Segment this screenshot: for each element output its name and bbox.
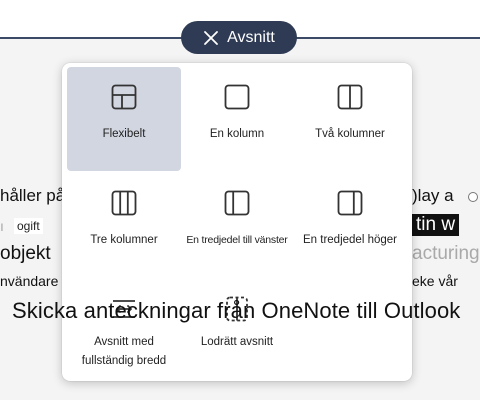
layout-option-one-third-left[interactable]: En tredjedel till vänster bbox=[180, 173, 294, 277]
background-text: ı bbox=[0, 218, 4, 234]
one-column-icon bbox=[224, 84, 250, 110]
two-columns-icon bbox=[337, 84, 363, 110]
close-icon bbox=[204, 30, 219, 45]
background-text: nvändare t bbox=[0, 273, 67, 289]
background-text: )lay a bbox=[412, 186, 454, 205]
background-text: objekt bbox=[0, 243, 51, 264]
three-columns-icon bbox=[111, 190, 137, 216]
layout-option-label: Tre kolumner bbox=[90, 234, 158, 246]
layout-option-full-width[interactable]: Avsnitt med fullständig bredd bbox=[67, 279, 181, 383]
overlay-caption: Skicka anteckningar från OneNote till Ou… bbox=[12, 298, 461, 323]
layout-option-label: En kolumn bbox=[209, 128, 265, 140]
layout-option-one-column[interactable]: En kolumn bbox=[180, 67, 294, 171]
resize-handle-icon[interactable] bbox=[468, 192, 478, 202]
layout-option-label: En tredjedel till vänster bbox=[186, 234, 288, 246]
layout-option-three-columns[interactable]: Tre kolumner bbox=[67, 173, 181, 277]
flexible-layout-icon bbox=[111, 84, 137, 110]
layout-option-label: Två kolumner bbox=[315, 128, 385, 140]
layout-option-label: En tredjedel höger bbox=[303, 234, 397, 246]
layout-option-label: Flexibelt bbox=[102, 128, 146, 140]
layout-option-label: Lodrätt avsnitt bbox=[200, 336, 274, 348]
layout-option-vertical-section[interactable]: Lodrätt avsnitt bbox=[180, 279, 294, 383]
background-highlight: tin w bbox=[412, 214, 460, 236]
layout-option-one-third-right[interactable]: En tredjedel höger bbox=[293, 173, 407, 277]
background-chip: ogift bbox=[14, 218, 43, 234]
section-layout-picker: Flexibelt En kolumn Två kolumner Tre kol… bbox=[62, 63, 412, 381]
layout-option-two-columns[interactable]: Två kolumner bbox=[293, 67, 407, 171]
layout-option-label: Avsnitt med fullständig bredd bbox=[81, 336, 167, 367]
section-pill-label: Avsnitt bbox=[227, 28, 275, 46]
background-text: eke vår bbox=[412, 273, 458, 289]
one-third-left-icon bbox=[224, 190, 250, 216]
one-third-right-icon bbox=[337, 190, 363, 216]
section-close-button[interactable]: Avsnitt bbox=[181, 21, 297, 54]
background-text: acturing bbox=[412, 243, 480, 264]
layout-option-flexible[interactable]: Flexibelt bbox=[67, 67, 181, 171]
